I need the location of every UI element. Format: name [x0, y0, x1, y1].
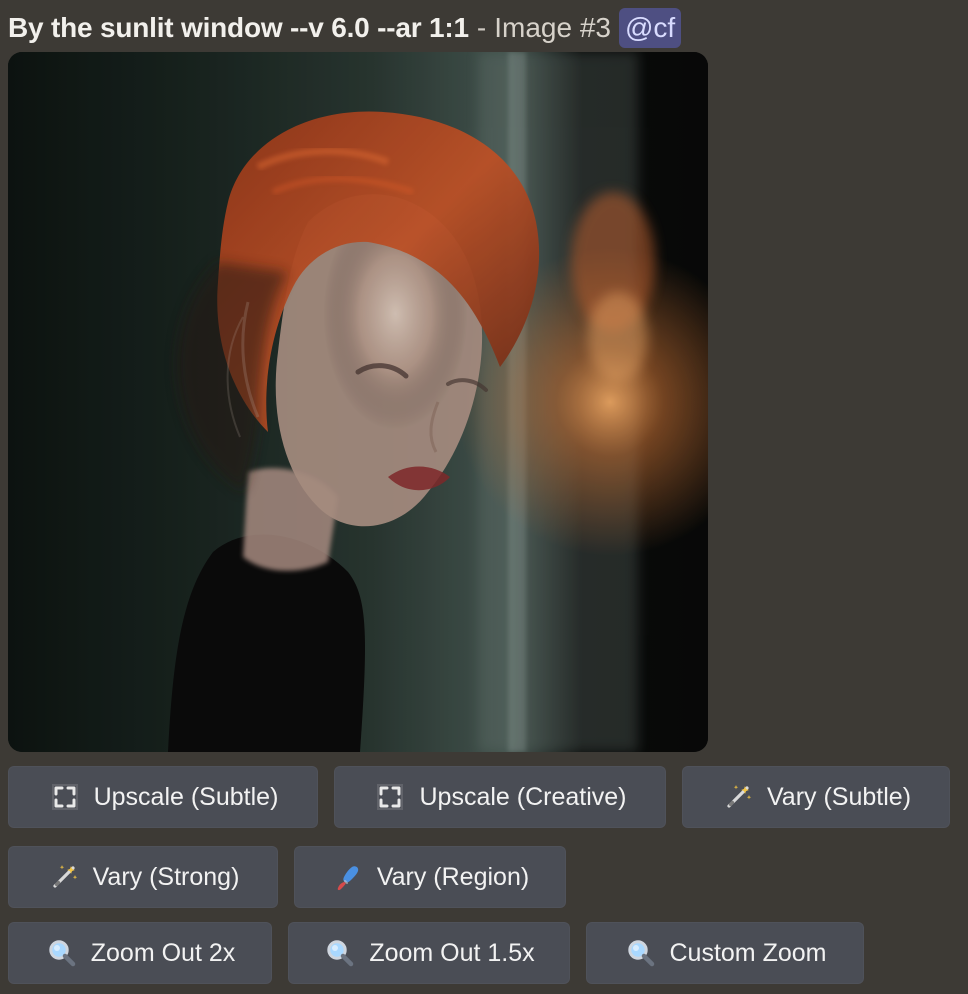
upscale-icon: [373, 780, 407, 814]
upscale-icon: [48, 780, 82, 814]
button-label: Vary (Strong): [92, 862, 240, 891]
zoom-out-2x-button[interactable]: Zoom Out 2x: [8, 922, 272, 984]
button-label: Custom Zoom: [669, 938, 827, 967]
magnifying-glass-icon: [45, 936, 79, 970]
upscale-subtle-button[interactable]: Upscale (Subtle): [8, 766, 318, 828]
image-number: Image #3: [494, 12, 611, 43]
vary-region-button[interactable]: Vary (Region): [294, 846, 566, 908]
button-label: Vary (Subtle): [766, 782, 912, 811]
message-header: By the sunlit window --v 6.0 --ar 1:1 - …: [8, 8, 682, 48]
vary-strong-button[interactable]: Vary (Strong): [8, 846, 278, 908]
magnifying-glass-icon: [624, 936, 658, 970]
button-label: Upscale (Creative): [419, 782, 627, 811]
vary-subtle-button[interactable]: Vary (Subtle): [682, 766, 950, 828]
button-label: Upscale (Subtle): [93, 782, 279, 811]
magnifying-glass-icon: [323, 936, 357, 970]
button-label: Vary (Region): [376, 862, 530, 891]
separator: -: [476, 12, 487, 43]
button-label: Zoom Out 1.5x: [369, 938, 535, 967]
upscale-creative-button[interactable]: Upscale (Creative): [334, 766, 666, 828]
portrait-image: [8, 52, 708, 752]
user-mention[interactable]: @cf: [618, 8, 682, 48]
generated-image[interactable]: [8, 52, 708, 752]
paintbrush-icon: [331, 860, 365, 894]
prompt-text: By the sunlit window --v 6.0 --ar 1:1: [8, 12, 469, 43]
button-label: Zoom Out 2x: [90, 938, 236, 967]
magic-wand-icon: [721, 780, 755, 814]
custom-zoom-button[interactable]: Custom Zoom: [586, 922, 864, 984]
zoom-out-1-5x-button[interactable]: Zoom Out 1.5x: [288, 922, 570, 984]
magic-wand-icon: [47, 860, 81, 894]
